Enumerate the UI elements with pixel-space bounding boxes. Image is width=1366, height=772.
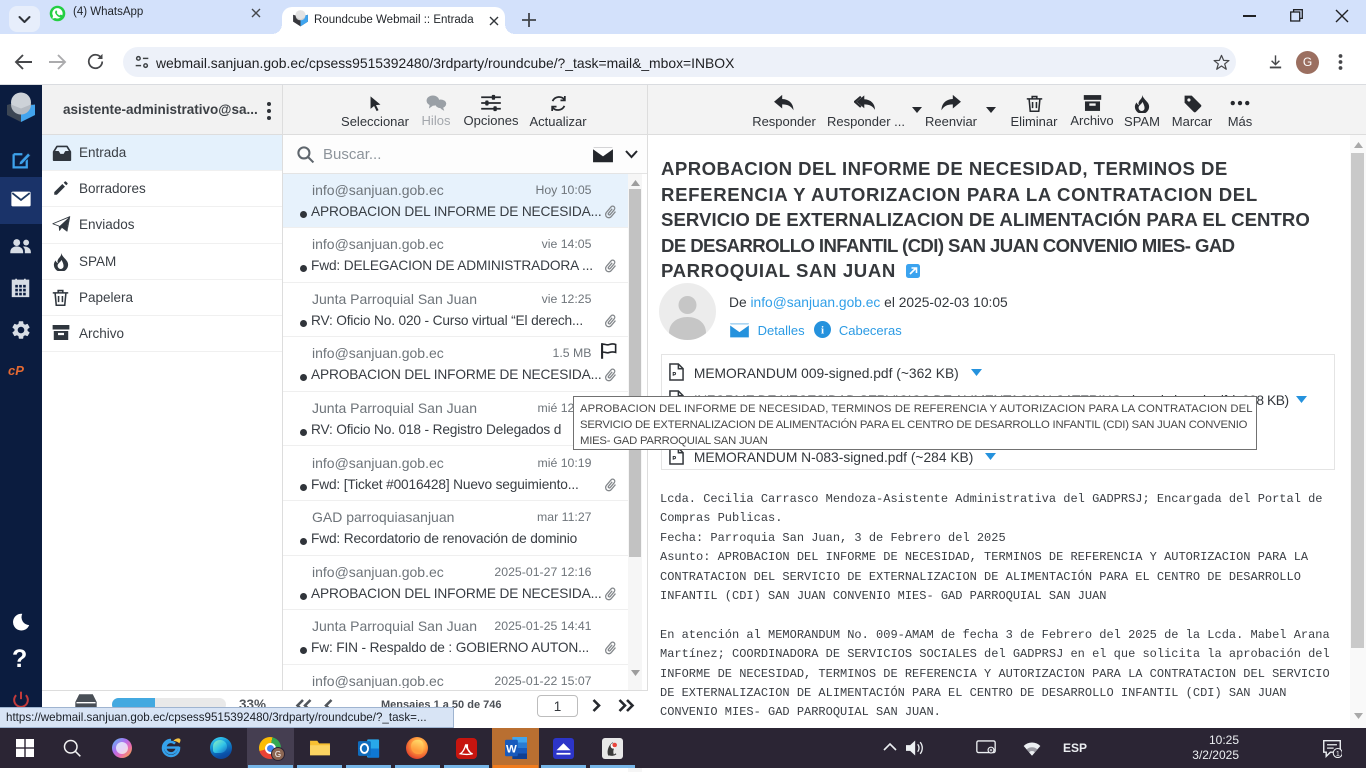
svg-text:1: 1 [1336, 749, 1340, 758]
svg-text:W: W [506, 744, 517, 756]
svg-text:i: i [821, 325, 824, 337]
